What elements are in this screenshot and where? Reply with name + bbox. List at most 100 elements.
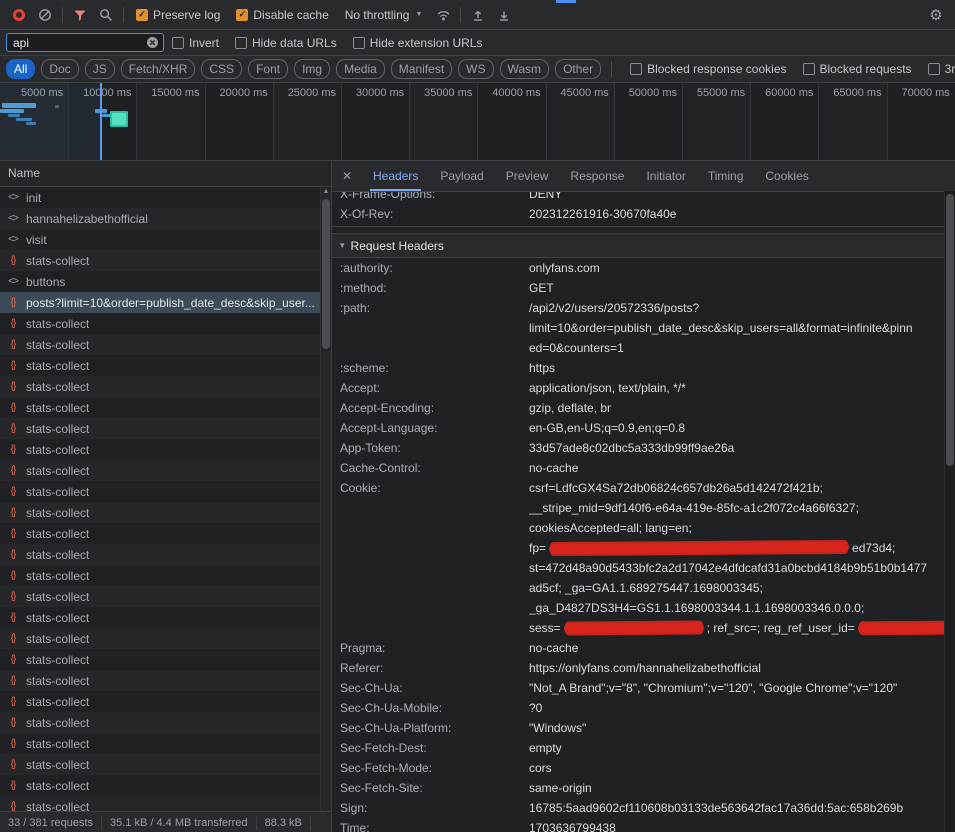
checkbox-icon bbox=[353, 37, 365, 49]
tab-timing[interactable]: Timing bbox=[697, 161, 755, 191]
search-button[interactable] bbox=[93, 3, 119, 27]
request-row[interactable]: <>init bbox=[0, 187, 331, 208]
request-row[interactable]: {}stats-collect bbox=[0, 733, 331, 754]
clear-button[interactable] bbox=[32, 3, 58, 27]
tab-initiator[interactable]: Initiator bbox=[635, 161, 696, 191]
header-name: Accept: bbox=[332, 378, 529, 398]
invert-checkbox[interactable]: Invert bbox=[172, 36, 219, 50]
close-details-button[interactable]: ✕ bbox=[332, 161, 362, 191]
timeline-selection-line[interactable] bbox=[100, 83, 102, 160]
request-row[interactable]: {}stats-collect bbox=[0, 355, 331, 376]
header-value-line: st=472d48a90d5433bfc2a2d17042e4dfdcafd31… bbox=[529, 558, 955, 578]
header-row: :authority:onlyfans.com bbox=[332, 258, 955, 278]
request-row[interactable]: {}stats-collect bbox=[0, 439, 331, 460]
request-row[interactable]: {}stats-collect bbox=[0, 334, 331, 355]
request-row[interactable]: <>visit bbox=[0, 229, 331, 250]
request-headers-section-header[interactable]: ▾ Request Headers bbox=[332, 233, 955, 258]
fetch-xhr-icon: {} bbox=[6, 780, 20, 791]
header-value-line: 33d57ade8c02dbc5a333db99ff9ae26a bbox=[529, 438, 955, 458]
record-button[interactable] bbox=[6, 3, 32, 27]
3rd-party-requests-checkbox[interactable]: 3rd-party requests bbox=[928, 62, 955, 76]
filter-pill-media[interactable]: Media bbox=[336, 59, 385, 79]
request-row[interactable]: {}stats-collect bbox=[0, 523, 331, 544]
filter-pill-img[interactable]: Img bbox=[294, 59, 330, 79]
request-row[interactable]: {}stats-collect bbox=[0, 481, 331, 502]
request-row[interactable]: {}stats-collect bbox=[0, 796, 331, 811]
toolbar-separator bbox=[62, 7, 63, 23]
export-har-button[interactable] bbox=[491, 3, 517, 27]
filter-pill-manifest[interactable]: Manifest bbox=[391, 59, 452, 79]
request-row[interactable]: {}stats-collect bbox=[0, 586, 331, 607]
tab-payload[interactable]: Payload bbox=[429, 161, 494, 191]
filter-pill-all[interactable]: All bbox=[6, 59, 35, 79]
request-row[interactable]: {}stats-collect bbox=[0, 754, 331, 775]
request-row[interactable]: <>hannahelizabethofficial bbox=[0, 208, 331, 229]
tab-response[interactable]: Response bbox=[559, 161, 635, 191]
request-name: stats-collect bbox=[26, 422, 89, 436]
name-column-header[interactable]: Name bbox=[0, 161, 331, 187]
import-har-button[interactable] bbox=[465, 3, 491, 27]
filter-pill-css[interactable]: CSS bbox=[201, 59, 242, 79]
filter-pill-ws[interactable]: WS bbox=[458, 59, 493, 79]
waterfall-bar bbox=[55, 105, 59, 108]
request-headers-rows: :authority:onlyfans.com:method:GET:path:… bbox=[332, 258, 955, 832]
network-conditions-button[interactable] bbox=[430, 3, 456, 27]
request-row[interactable]: {}stats-collect bbox=[0, 397, 331, 418]
filter-pill-doc[interactable]: Doc bbox=[41, 59, 78, 79]
request-row[interactable]: {}stats-collect bbox=[0, 565, 331, 586]
request-row[interactable]: {}stats-collect bbox=[0, 628, 331, 649]
header-value-line: https bbox=[529, 358, 955, 378]
hide-extension-urls-checkbox[interactable]: Hide extension URLs bbox=[353, 36, 483, 50]
request-row[interactable]: {}stats-collect bbox=[0, 691, 331, 712]
tab-cookies[interactable]: Cookies bbox=[754, 161, 819, 191]
fetch-xhr-icon: {} bbox=[6, 402, 20, 413]
header-name: Referer: bbox=[332, 658, 529, 678]
request-row[interactable]: {}stats-collect bbox=[0, 418, 331, 439]
tab-preview[interactable]: Preview bbox=[495, 161, 560, 191]
details-scrollbar[interactable] bbox=[944, 191, 955, 832]
tab-headers[interactable]: Headers bbox=[362, 161, 429, 191]
header-value: GET bbox=[529, 278, 955, 298]
filter-pill-other[interactable]: Other bbox=[555, 59, 601, 79]
filter-pill-wasm[interactable]: Wasm bbox=[500, 59, 550, 79]
name-column-label: Name bbox=[8, 166, 40, 180]
header-row: Sec-Fetch-Site:same-origin bbox=[332, 778, 955, 798]
request-row[interactable]: <>buttons bbox=[0, 271, 331, 292]
request-row[interactable]: {}stats-collect bbox=[0, 607, 331, 628]
timeline-overview[interactable]: 5000 ms10000 ms15000 ms20000 ms25000 ms3… bbox=[0, 83, 955, 161]
header-name: Sec-Fetch-Dest: bbox=[332, 738, 529, 758]
fetch-xhr-icon: {} bbox=[6, 465, 20, 476]
request-row[interactable]: {}stats-collect bbox=[0, 502, 331, 523]
resource-type-filters: All Doc JS Fetch/XHRCSS Font Img Media Manifest… bbox=[6, 59, 601, 79]
request-row[interactable]: {}stats-collect bbox=[0, 376, 331, 397]
request-list-scrollbar[interactable]: ▲ bbox=[320, 187, 331, 811]
preserve-log-checkbox[interactable]: ✓ Preserve log bbox=[136, 8, 220, 22]
filter-pill-fetch-xhr[interactable]: Fetch/XHR bbox=[121, 59, 196, 79]
header-value: csrf=LdfcGX4Sa72db06824c657db26a5d142472… bbox=[529, 478, 955, 638]
blocked-requests-checkbox[interactable]: Blocked requests bbox=[803, 62, 912, 76]
header-row: Cache-Control:no-cache bbox=[332, 458, 955, 478]
filter-pill-js[interactable]: JS bbox=[85, 59, 115, 79]
disable-cache-checkbox[interactable]: ✓ Disable cache bbox=[236, 8, 328, 22]
filter-button[interactable] bbox=[67, 3, 93, 27]
header-value-line: https://onlyfans.com/hannahelizabethoffi… bbox=[529, 658, 955, 678]
request-row[interactable]: {}stats-collect bbox=[0, 544, 331, 565]
scrollbar-thumb[interactable] bbox=[322, 199, 330, 349]
settings-button[interactable]: ⚙ bbox=[923, 3, 949, 27]
scrollbar-thumb[interactable] bbox=[946, 194, 954, 466]
request-row[interactable]: {}stats-collect bbox=[0, 670, 331, 691]
request-row[interactable]: {}stats-collect bbox=[0, 712, 331, 733]
request-row[interactable]: {}stats-collect bbox=[0, 649, 331, 670]
request-row[interactable]: {}stats-collect bbox=[0, 313, 331, 334]
request-row[interactable]: {}stats-collect bbox=[0, 775, 331, 796]
filter-input[interactable]: api bbox=[6, 33, 164, 52]
clear-filter-icon[interactable] bbox=[146, 36, 159, 49]
request-row[interactable]: {}stats-collect bbox=[0, 460, 331, 481]
scroll-up-icon[interactable]: ▲ bbox=[321, 188, 331, 195]
filter-pill-font[interactable]: Font bbox=[248, 59, 288, 79]
throttling-select[interactable]: No throttling ▼ bbox=[345, 8, 423, 22]
hide-data-urls-checkbox[interactable]: Hide data URLs bbox=[235, 36, 337, 50]
blocked-response-cookies-checkbox[interactable]: Blocked response cookies bbox=[630, 62, 786, 76]
request-row[interactable]: {}stats-collect bbox=[0, 250, 331, 271]
request-row-selected[interactable]: {}posts?limit=10&order=publish_date_desc… bbox=[0, 292, 331, 313]
